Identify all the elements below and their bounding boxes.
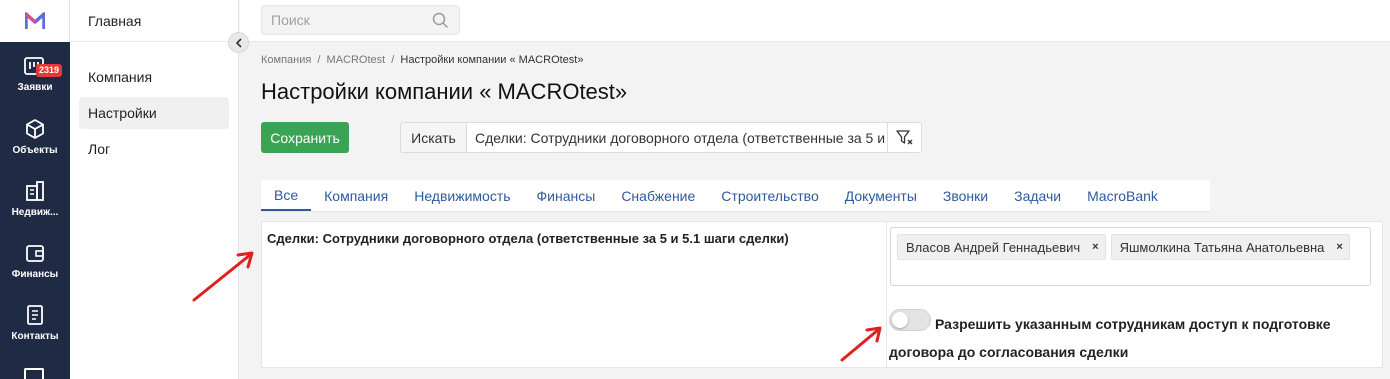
requests-count-badge: 2319 xyxy=(36,64,63,77)
rail-item-realty[interactable]: Недвиж... xyxy=(0,168,70,230)
tab-company[interactable]: Компания xyxy=(311,180,401,211)
rail-item-contacts[interactable]: Контакты xyxy=(0,292,70,354)
page-title: Настройки компании « MACROtest» xyxy=(261,79,628,104)
employees-multiselect[interactable]: Власов Андрей Геннадьевич × Яшмолкина Та… xyxy=(890,227,1371,286)
rail-item-finance[interactable]: Финансы xyxy=(0,230,70,292)
tab-construction[interactable]: Строительство xyxy=(708,180,831,211)
rail-item-label: Контакты xyxy=(11,331,59,342)
rail-item-label: Заявки xyxy=(17,82,53,93)
top-bar: Поиск xyxy=(240,0,1390,42)
remove-chip-button[interactable]: × xyxy=(1336,241,1342,253)
rail-item-label: Финансы xyxy=(11,269,59,280)
settings-category-tabs: Все Компания Недвижимость Финансы Снабже… xyxy=(261,180,1210,212)
annotation-arrow-icon xyxy=(192,251,254,302)
access-toggle-label: Разрешить указанным сотрудникам доступ к… xyxy=(889,316,1331,360)
settings-search-group: Искать Сделки: Сотрудники договорного от… xyxy=(400,122,922,153)
tab-documents[interactable]: Документы xyxy=(832,180,930,211)
save-button[interactable]: Сохранить xyxy=(261,122,349,153)
breadcrumb-separator: / xyxy=(391,54,395,66)
collapse-sidebar-button[interactable] xyxy=(228,32,249,53)
setting-row: Сделки: Сотрудники договорного отдела (о… xyxy=(261,221,1383,368)
remove-chip-button[interactable]: × xyxy=(1092,241,1098,253)
filter-clear-icon xyxy=(895,129,912,144)
settings-search-input[interactable]: Сделки: Сотрудники договорного отдела (о… xyxy=(466,122,888,153)
rail-item-requests[interactable]: 2319 Заявки xyxy=(0,44,70,106)
breadcrumb-separator: / xyxy=(317,54,321,66)
chip-label: Власов Андрей Геннадьевич xyxy=(906,239,1081,255)
tab-tasks[interactable]: Задачи xyxy=(1001,180,1074,211)
search-placeholder: Поиск xyxy=(271,12,310,28)
rail-next-item-icon xyxy=(24,368,44,379)
sidebar-item-settings[interactable]: Настройки xyxy=(79,97,229,129)
breadcrumb-item-company[interactable]: Компания xyxy=(261,54,311,66)
breadcrumb: Компания / MACROtest / Настройки компани… xyxy=(261,54,583,66)
tab-macrobank[interactable]: MacroBank xyxy=(1074,180,1171,211)
tab-all[interactable]: Все xyxy=(261,180,312,211)
section-sidebar: Главная Компания Настройки Лог xyxy=(70,0,239,379)
sidebar-item-log[interactable]: Лог xyxy=(79,133,229,165)
rail-item-label: Объекты xyxy=(12,145,58,156)
rail-item-label: Недвиж... xyxy=(11,207,59,218)
setting-label: Сделки: Сотрудники договорного отдела (о… xyxy=(267,231,789,246)
annotation-arrow-icon xyxy=(840,326,882,362)
tab-supply[interactable]: Снабжение xyxy=(608,180,708,211)
logo-icon xyxy=(24,12,45,29)
breadcrumb-item-current: Настройки компании « MACROtest» xyxy=(400,54,584,66)
search-settings-button[interactable]: Искать xyxy=(400,122,466,153)
tab-calls[interactable]: Звонки xyxy=(930,180,1001,211)
selected-employee-chip: Яшмолкина Татьяна Анатольевна × xyxy=(1110,234,1350,260)
clear-filter-button[interactable] xyxy=(888,122,922,153)
breadcrumb-item-macrotest[interactable]: MACROtest xyxy=(327,54,386,66)
selected-employee-chip: Власов Андрей Геннадьевич × xyxy=(897,234,1106,260)
building-icon xyxy=(26,181,44,201)
tab-finance[interactable]: Финансы xyxy=(524,180,609,211)
sidebar-item-company[interactable]: Компания xyxy=(79,61,229,93)
global-search-input[interactable]: Поиск xyxy=(261,5,460,35)
column-divider xyxy=(886,222,887,367)
app-logo[interactable] xyxy=(0,0,70,42)
sidebar-header[interactable]: Главная xyxy=(70,0,239,42)
search-icon xyxy=(432,12,449,29)
chip-label: Яшмолкина Татьяна Анатольевна xyxy=(1119,239,1325,255)
tab-realty[interactable]: Недвижимость xyxy=(401,180,523,211)
toggle-knob xyxy=(892,312,908,328)
access-toggle-switch[interactable] xyxy=(889,309,931,331)
chevron-left-icon xyxy=(235,37,242,48)
main-nav-rail: 2319 Заявки Объекты Недвиж... Финансы Ко… xyxy=(0,0,70,379)
rail-item-objects[interactable]: Объекты xyxy=(0,106,70,168)
cube-icon xyxy=(26,119,44,139)
contacts-icon xyxy=(27,305,43,325)
wallet-icon xyxy=(26,245,44,262)
